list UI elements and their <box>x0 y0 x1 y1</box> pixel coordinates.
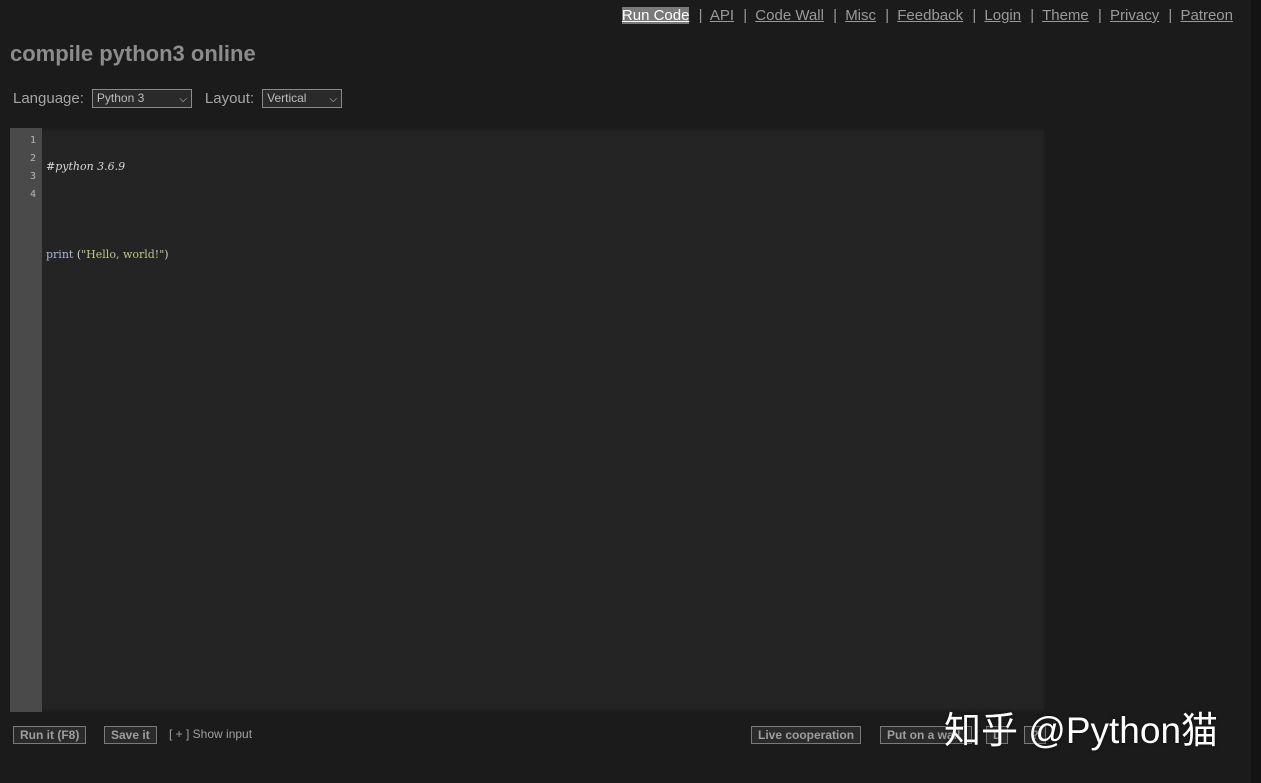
code-line <box>46 290 169 308</box>
layout-select[interactable]: Vertical ⌵ <box>262 89 342 108</box>
code-content[interactable]: #python 3.6.9 print ("Hello, world!") <box>46 132 169 334</box>
nav-separator: | <box>1030 7 1034 24</box>
live-cooperation-button[interactable]: Live cooperation <box>751 726 861 744</box>
nav-separator: | <box>1098 7 1102 24</box>
right-edge <box>1251 0 1261 783</box>
language-select[interactable]: Python 3 ⌵ <box>92 89 192 108</box>
code-keyword: print <box>46 248 73 261</box>
code-comment: #python 3.6.9 <box>46 160 125 173</box>
chevron-down-icon: ⌵ <box>179 91 187 108</box>
code-editor[interactable]: 1 2 3 4 #python 3.6.9 print ("Hello, wor… <box>10 128 1046 712</box>
nav-separator: | <box>885 7 889 24</box>
nav-separator: | <box>1168 7 1172 24</box>
code-line: print ("Hello, world!") <box>46 246 169 264</box>
layout-select-value: Vertical <box>267 91 306 105</box>
code-string: "Hello, world!" <box>81 248 164 261</box>
page-title: compile python3 online <box>10 41 256 67</box>
page: Run Code | API | Code Wall | Misc | Feed… <box>0 0 1261 783</box>
line-number: 1 <box>10 132 42 150</box>
save-button[interactable]: Save it <box>104 726 157 744</box>
nav-separator: | <box>833 7 837 24</box>
line-number: 4 <box>10 186 42 204</box>
nav-api[interactable]: API <box>710 7 734 24</box>
nav-code-wall[interactable]: Code Wall <box>755 7 824 24</box>
top-nav: Run Code | API | Code Wall | Misc | Feed… <box>622 7 1233 24</box>
nav-misc[interactable]: Misc <box>845 7 876 24</box>
layout-label: Layout: <box>205 90 254 107</box>
run-button[interactable]: Run it (F8) <box>13 726 86 744</box>
watermark: 知乎 @Python猫 <box>944 700 1218 754</box>
nav-privacy[interactable]: Privacy <box>1110 7 1159 24</box>
nav-separator: | <box>743 7 747 24</box>
chevron-down-icon: ⌵ <box>330 91 338 108</box>
code-line <box>46 202 169 220</box>
language-label: Language: <box>13 90 84 107</box>
line-number: 3 <box>10 168 42 186</box>
nav-separator: | <box>699 7 703 24</box>
code-punctuation: ) <box>164 248 168 261</box>
nav-run-code[interactable]: Run Code <box>622 7 690 24</box>
language-select-value: Python 3 <box>97 91 144 105</box>
nav-patreon[interactable]: Patreon <box>1180 7 1233 24</box>
options-row: Language: Python 3 ⌵ Layout: Vertical ⌵ <box>13 89 342 108</box>
nav-separator: | <box>972 7 976 24</box>
line-number: 2 <box>10 150 42 168</box>
line-number-gutter: 1 2 3 4 <box>10 128 42 712</box>
nav-theme[interactable]: Theme <box>1042 7 1089 24</box>
nav-login[interactable]: Login <box>984 7 1021 24</box>
show-input-toggle[interactable]: [ + ] Show input <box>169 727 252 741</box>
nav-feedback[interactable]: Feedback <box>897 7 963 24</box>
code-punctuation: ( <box>73 248 81 261</box>
code-line: #python 3.6.9 <box>46 158 169 176</box>
